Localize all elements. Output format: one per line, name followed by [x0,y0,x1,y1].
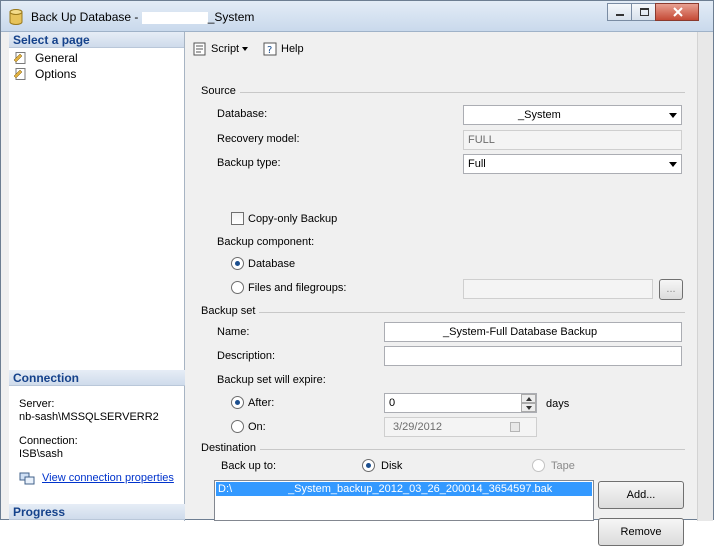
expire-after-label: After: [248,397,275,409]
svg-text:?: ? [267,45,272,56]
select-page-header: Select a page [9,32,184,48]
backup-name-value: _System-Full Database Backup [443,326,598,338]
backup-set-divider [259,312,685,313]
close-button[interactable] [655,3,699,21]
server-label: Server: [19,398,55,410]
tape-label: Tape [551,460,575,472]
database-select-value: _System [518,109,561,121]
database-icon [9,9,23,25]
script-icon [193,42,206,56]
window-title: Back Up Database - _System [31,10,255,24]
maximize-button[interactable] [631,3,656,21]
tape-radio[interactable] [532,459,545,472]
backup-type-label: Backup type: [217,157,281,169]
spin-up-icon[interactable] [521,394,536,403]
connection-icon [19,472,35,485]
disk-label: Disk [381,460,403,472]
connection-value: ISB\sash [19,448,64,460]
add-destination-button[interactable]: Add... [598,481,684,509]
chevron-down-icon [242,47,249,51]
backup-type-value: Full [468,158,486,170]
copy-only-checkbox[interactable] [231,212,244,225]
view-connection-properties-link[interactable]: View connection properties [19,472,174,485]
expire-after-radio[interactable] [231,396,244,409]
sidebar-item-label: Options [35,67,77,81]
database-select[interactable]: _System [463,105,682,125]
script-label: Script [211,43,240,55]
connection-section: Connection Server: nb-sash\MSSQLSERVERR2… [9,370,185,485]
recovery-model-label: Recovery model: [217,133,300,145]
window-controls [607,3,699,21]
minimize-icon [616,14,624,16]
chevron-down-icon [669,162,677,167]
database-component-radio[interactable] [231,257,244,270]
expire-on-radio[interactable] [231,420,244,433]
spin-down-icon[interactable] [521,403,536,412]
progress-header: Progress [9,504,185,520]
description-label: Description: [217,350,276,362]
backup-component-label: Backup component: [217,236,315,248]
help-label: Help [281,43,304,55]
calendar-icon [510,422,520,432]
general-page-content: Source Database: _System Recovery model:… [185,64,699,546]
remove-destination-button[interactable]: Remove [598,518,684,546]
title-bar[interactable]: Back Up Database - _System [1,1,713,32]
server-value: nb-sash\MSSQLSERVERR2 [19,411,159,423]
minimize-button[interactable] [607,3,632,21]
expire-on-date-value: 3/29/2012 [393,421,442,433]
backup-name-label: Name: [217,326,250,338]
backup-to-label: Back up to: [221,460,277,472]
recovery-model-field: FULL [463,130,682,150]
chevron-down-icon [669,113,677,118]
copy-only-label: Copy-only Backup [248,213,338,225]
files-filegroups-label: Files and filegroups: [248,282,347,294]
connection-label: Connection: [19,435,78,447]
expire-on-date-field: 3/29/2012 [384,417,537,437]
sidebar-item-options[interactable]: Options [9,66,184,82]
database-label: Database: [217,108,268,120]
vertical-scrollbar[interactable] [697,32,713,521]
list-item[interactable]: D:\ _System_backup_2012_03_26_200014_3654… [216,482,592,496]
files-filegroups-radio[interactable] [231,281,244,294]
browse-filegroups-button[interactable]: ... [659,279,683,300]
disk-radio[interactable] [362,459,375,472]
backup-set-header: Backup set [201,305,256,317]
page-icon [14,68,26,80]
files-filegroups-field [463,279,653,299]
database-component-label: Database [248,258,296,270]
script-button[interactable]: Script [193,39,249,59]
sidebar-item-label: General [35,51,78,65]
connection-header: Connection [9,370,185,386]
progress-section: Progress [9,504,185,520]
help-button[interactable]: ? Help [263,39,304,59]
destination-divider [260,449,685,450]
view-connection-link-text: View connection properties [42,472,174,484]
page-icon [14,52,26,64]
backup-database-window: Back Up Database - _System Select a page… [0,0,714,546]
expire-on-label: On: [248,421,266,433]
backup-name-input[interactable]: _System-Full Database Backup [384,322,682,342]
days-label: days [546,398,570,410]
sidebar-item-general[interactable]: General [9,50,184,66]
maximize-icon [640,8,649,16]
source-header: Source [201,85,236,97]
help-icon: ? [263,42,277,56]
description-input[interactable] [384,346,682,366]
close-icon [673,7,683,17]
backup-type-select[interactable]: Full [463,154,682,174]
destination-list[interactable]: D:\ _System_backup_2012_03_26_200014_3654… [214,480,594,521]
after-days-spinner[interactable] [521,394,536,412]
main-panel: Script ? Help Source Database: _System R… [185,32,699,546]
destination-path: _System_backup_2012_03_26_200014_3654597… [288,483,553,495]
sidebar: Select a page General Options Connection… [9,32,185,521]
source-divider [240,92,685,93]
destination-header: Destination [201,442,257,454]
expire-label: Backup set will expire: [217,374,326,386]
expire-after-input[interactable]: 0 [384,393,537,413]
toolbar: Script ? Help [185,32,699,64]
